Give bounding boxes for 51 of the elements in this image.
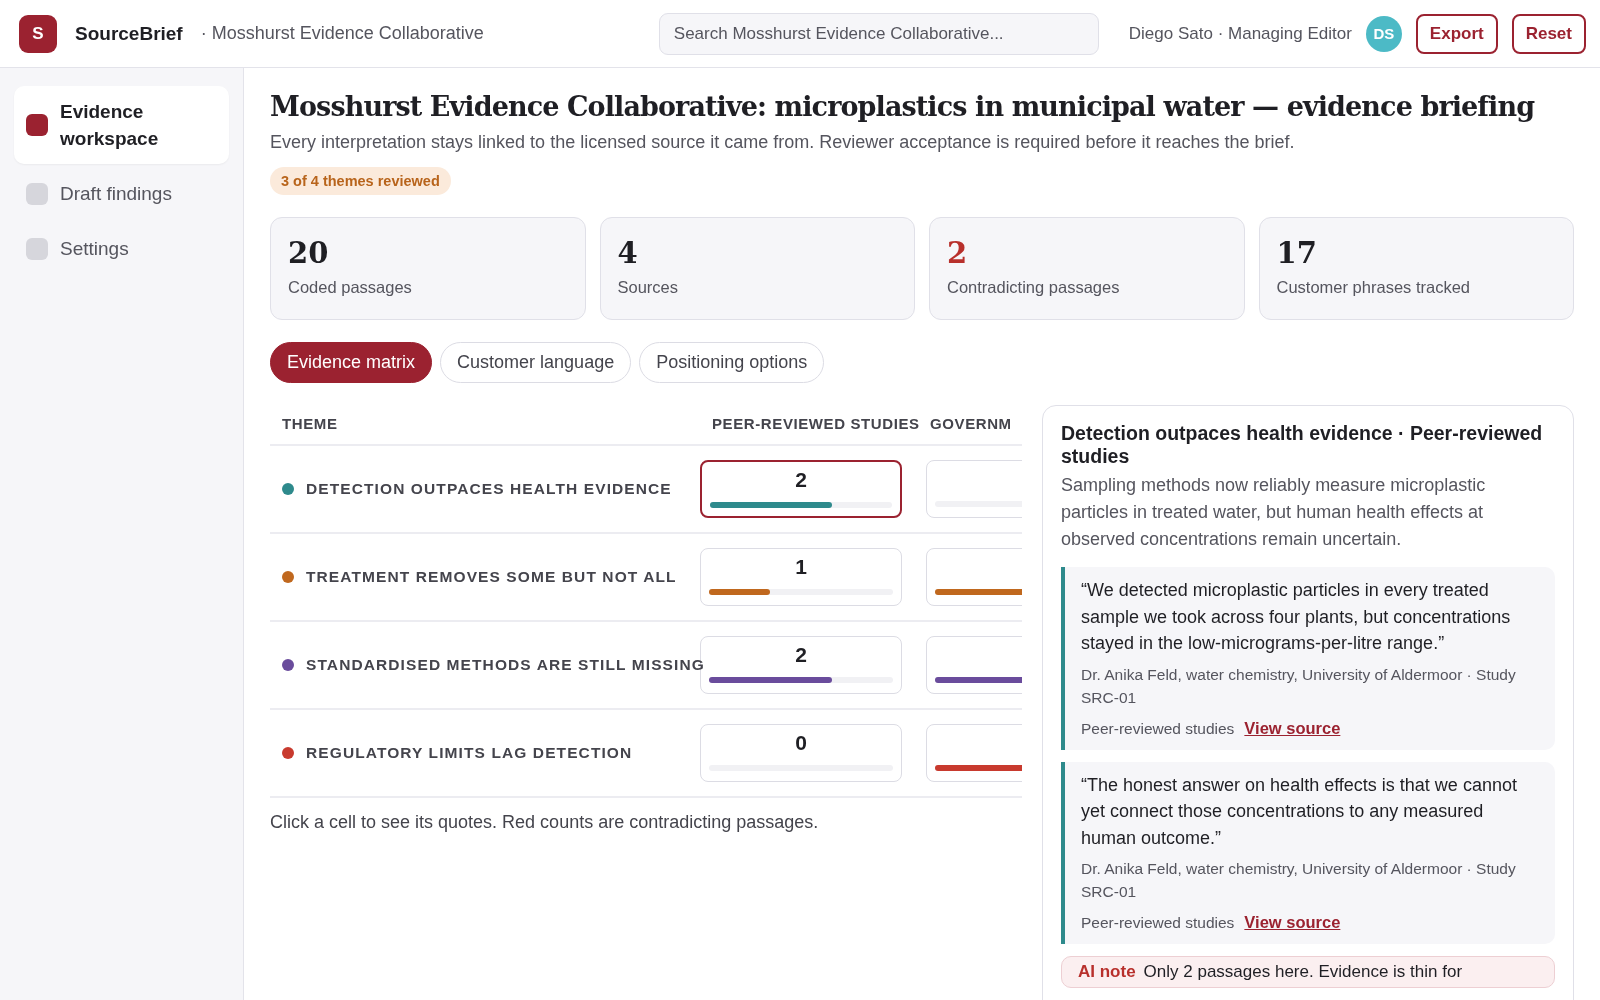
view-source-link[interactable]: View source	[1244, 913, 1341, 932]
matrix-cell[interactable]: 0	[700, 724, 902, 782]
stat-value: 4	[617, 236, 639, 270]
passage-count: 2	[794, 468, 808, 493]
quote-attribution: Dr. Anika Feld, water chemistry, University of Aldermoor · Study SRC-01	[1081, 859, 1517, 902]
quote-text: “We detected microplastic particles in every treated sample we took across four plants, but concentrations stayed in the low-micrograms-per-litre range.”	[1081, 579, 1512, 655]
note-text: Only 2 passages here. Evidence is thin for	[1143, 962, 1463, 981]
stat-value: 20	[288, 236, 330, 270]
theme-label: TREATMENT REMOVES SOME BUT NOT ALL	[306, 568, 677, 586]
detail-title: Detection outpaces health evidence · Peer-reviewed studies	[1061, 422, 1544, 468]
source-type: Peer-reviewed studies	[1081, 914, 1235, 932]
quote-attribution: Dr. Anika Feld, water chemistry, University of Aldermoor · Study SRC-01	[1081, 664, 1517, 708]
page-title: Mosshurst Evidence Collaborative: microplastics in municipal water — evidence briefing	[270, 90, 1535, 124]
tab[interactable]: Customer language	[440, 342, 632, 383]
matrix-hint: Click a cell to see its quotes. Red counts are contradicting passages.	[270, 812, 820, 833]
matrix-cell[interactable]: 1	[700, 548, 902, 606]
page-subtitle: Every interpretation stays linked to the licensed source it came from. Reviewer acceptance is required before it reaches the brief.	[270, 132, 1296, 153]
review-badge: 3 of 4 themes reviewed	[270, 167, 451, 195]
quote-text: “The honest answer on health effects is that we cannot yet connect those concentrations to any measured human outcome.”	[1081, 773, 1518, 850]
workspace-name: · Mosshurst Evidence Collaborative	[200, 23, 484, 44]
theme-label: DETECTION OUTPACES HEALTH EVIDENCE	[306, 480, 672, 498]
sidebar-item[interactable]: Evidence workspace	[14, 86, 229, 164]
column-header: PEER-REVIEWED STUDIES	[700, 405, 926, 445]
stat-label: Contradicting passages	[947, 278, 1121, 297]
tab[interactable]: Positioning options	[639, 342, 825, 383]
detail-summary: Sampling methods now reliably measure microplastic particles in treated water, but human health effects at observed concentrations remain uncertain.	[1061, 474, 1487, 551]
passage-count: 0	[794, 731, 808, 756]
note-label: AI note	[1078, 962, 1136, 981]
sidebar-item[interactable]: Settings	[14, 223, 229, 274]
view-source-link[interactable]: View source	[1244, 718, 1341, 738]
passage-count: 2	[794, 643, 808, 668]
column-header: GOVERNM	[926, 405, 1022, 445]
stat-label: Sources	[617, 278, 680, 297]
reset-button[interactable]: Reset	[1511, 13, 1586, 54]
source-type: Peer-reviewed studies	[1081, 719, 1235, 738]
export-button[interactable]: Export	[1415, 13, 1498, 54]
matrix-cell[interactable]: 2	[700, 460, 902, 518]
sidebar-item[interactable]: Draft findings	[14, 168, 229, 219]
stat-label: Coded passages	[288, 278, 413, 297]
column-header: THEME	[270, 405, 700, 445]
search-field[interactable]: Search Mosshurst Evidence Collaborative...	[658, 12, 1099, 55]
tab[interactable]: Evidence matrix	[270, 342, 433, 383]
logo: S	[19, 14, 57, 53]
stat-label: Customer phrases tracked	[1276, 278, 1471, 297]
avatar: DS	[1365, 15, 1402, 52]
passage-count: 1	[794, 555, 808, 580]
stat-value: 17	[1276, 236, 1318, 270]
user-label: Diego Sato · Managing Editor	[1128, 23, 1352, 44]
theme-label: REGULATORY LIMITS LAG DETECTION	[306, 744, 633, 762]
stat-value: 2	[947, 236, 969, 270]
app-name: SourceBrief	[75, 22, 183, 45]
